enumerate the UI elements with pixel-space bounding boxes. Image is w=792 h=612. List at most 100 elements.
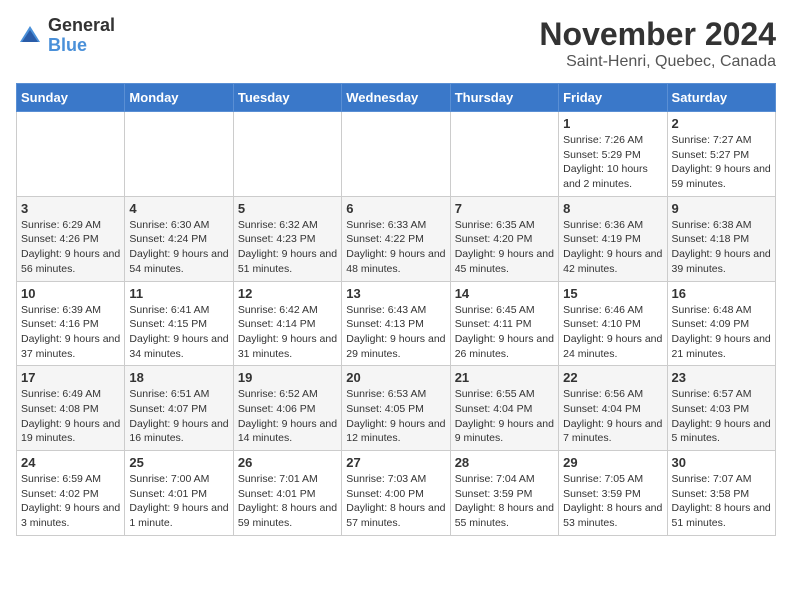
day-info: Sunrise: 6:32 AMSunset: 4:23 PMDaylight:…: [238, 218, 337, 277]
page-header: General Blue November 2024 Saint-Henri, …: [16, 16, 776, 71]
calendar-cell-3-6: 15 Sunrise: 6:46 AMSunset: 4:10 PMDayligh…: [559, 281, 667, 366]
calendar-week-2: 3 Sunrise: 6:29 AMSunset: 4:26 PMDaylight…: [17, 196, 776, 281]
day-number: 7: [455, 201, 554, 216]
calendar-week-3: 10 Sunrise: 6:39 AMSunset: 4:16 PMDayligh…: [17, 281, 776, 366]
day-number: 9: [672, 201, 771, 216]
header-monday: Monday: [125, 84, 233, 112]
header-wednesday: Wednesday: [342, 84, 450, 112]
day-info: Sunrise: 6:57 AMSunset: 4:03 PMDaylight:…: [672, 387, 771, 446]
day-info: Sunrise: 7:05 AMSunset: 3:59 PMDaylight:…: [563, 472, 662, 531]
calendar-cell-3-2: 11Sunrise: 6:41 AMSunset: 4:15 PMDayligh…: [125, 281, 233, 366]
day-number: 27: [346, 455, 445, 470]
calendar-cell-5-4: 27 Sunrise: 7:03 AMSunset: 4:00 PMDayligh…: [342, 451, 450, 536]
header-saturday: Saturday: [667, 84, 775, 112]
calendar-cell-4-2: 18 Sunrise: 6:51 AMSunset: 4:07 PMDayligh…: [125, 366, 233, 451]
calendar-cell-4-7: 23Sunrise: 6:57 AMSunset: 4:03 PMDayligh…: [667, 366, 775, 451]
calendar-cell-2-2: 4Sunrise: 6:30 AMSunset: 4:24 PMDaylight…: [125, 196, 233, 281]
calendar-cell-1-7: 2 Sunrise: 7:27 AMSunset: 5:27 PMDaylight…: [667, 112, 775, 197]
day-number: 21: [455, 370, 554, 385]
day-number: 29: [563, 455, 662, 470]
calendar-cell-5-6: 29 Sunrise: 7:05 AMSunset: 3:59 PMDayligh…: [559, 451, 667, 536]
day-number: 30: [672, 455, 771, 470]
day-info: Sunrise: 6:51 AMSunset: 4:07 PMDaylight:…: [129, 387, 228, 446]
day-info: Sunrise: 6:39 AMSunset: 4:16 PMDaylight:…: [21, 303, 120, 362]
calendar-cell-2-6: 8 Sunrise: 6:36 AMSunset: 4:19 PMDaylight…: [559, 196, 667, 281]
day-number: 2: [672, 116, 771, 131]
day-number: 28: [455, 455, 554, 470]
day-info: Sunrise: 6:35 AMSunset: 4:20 PMDaylight:…: [455, 218, 554, 277]
calendar-cell-5-2: 25 Sunrise: 7:00 AMSunset: 4:01 PMDayligh…: [125, 451, 233, 536]
day-info: Sunrise: 7:27 AMSunset: 5:27 PMDaylight:…: [672, 133, 771, 192]
calendar-week-5: 24 Sunrise: 6:59 AMSunset: 4:02 PMDayligh…: [17, 451, 776, 536]
calendar-cell-1-3: [233, 112, 341, 197]
day-number: 1: [563, 116, 662, 131]
calendar-table: Sunday Monday Tuesday Wednesday Thursday…: [16, 83, 776, 536]
header-thursday: Thursday: [450, 84, 558, 112]
calendar-cell-3-4: 13 Sunrise: 6:43 AMSunset: 4:13 PMDayligh…: [342, 281, 450, 366]
day-number: 25: [129, 455, 228, 470]
day-number: 8: [563, 201, 662, 216]
logo: General Blue: [16, 16, 115, 56]
day-info: Sunrise: 6:45 AMSunset: 4:11 PMDaylight:…: [455, 303, 554, 362]
day-number: 16: [672, 286, 771, 301]
day-info: Sunrise: 6:29 AMSunset: 4:26 PMDaylight:…: [21, 218, 120, 277]
calendar-cell-5-3: 26Sunrise: 7:01 AMSunset: 4:01 PMDayligh…: [233, 451, 341, 536]
day-info: Sunrise: 6:36 AMSunset: 4:19 PMDaylight:…: [563, 218, 662, 277]
calendar-cell-4-4: 20 Sunrise: 6:53 AMSunset: 4:05 PMDayligh…: [342, 366, 450, 451]
day-info: Sunrise: 7:07 AMSunset: 3:58 PMDaylight:…: [672, 472, 771, 531]
calendar-cell-3-3: 12Sunrise: 6:42 AMSunset: 4:14 PMDayligh…: [233, 281, 341, 366]
day-info: Sunrise: 6:53 AMSunset: 4:05 PMDaylight:…: [346, 387, 445, 446]
day-number: 22: [563, 370, 662, 385]
calendar-cell-3-1: 10 Sunrise: 6:39 AMSunset: 4:16 PMDayligh…: [17, 281, 125, 366]
title-area: November 2024 Saint-Henri, Quebec, Canad…: [539, 16, 776, 71]
calendar-header-row: Sunday Monday Tuesday Wednesday Thursday…: [17, 84, 776, 112]
day-number: 17: [21, 370, 120, 385]
day-info: Sunrise: 7:00 AMSunset: 4:01 PMDaylight:…: [129, 472, 228, 531]
calendar-week-4: 17 Sunrise: 6:49 AMSunset: 4:08 PMDayligh…: [17, 366, 776, 451]
calendar-cell-3-5: 14 Sunrise: 6:45 AMSunset: 4:11 PMDayligh…: [450, 281, 558, 366]
day-info: Sunrise: 6:48 AMSunset: 4:09 PMDaylight:…: [672, 303, 771, 362]
month-title: November 2024: [539, 16, 776, 53]
calendar-cell-4-6: 22 Sunrise: 6:56 AMSunset: 4:04 PMDayligh…: [559, 366, 667, 451]
day-number: 10: [21, 286, 120, 301]
day-info: Sunrise: 6:33 AMSunset: 4:22 PMDaylight:…: [346, 218, 445, 277]
calendar-cell-4-1: 17 Sunrise: 6:49 AMSunset: 4:08 PMDayligh…: [17, 366, 125, 451]
day-info: Sunrise: 6:52 AMSunset: 4:06 PMDaylight:…: [238, 387, 337, 446]
day-info: Sunrise: 6:30 AMSunset: 4:24 PMDaylight:…: [129, 218, 228, 277]
calendar-cell-5-1: 24 Sunrise: 6:59 AMSunset: 4:02 PMDayligh…: [17, 451, 125, 536]
day-info: Sunrise: 7:26 AMSunset: 5:29 PMDaylight:…: [563, 133, 662, 192]
logo-icon: [16, 22, 44, 50]
day-number: 14: [455, 286, 554, 301]
calendar-cell-1-1: [17, 112, 125, 197]
calendar-cell-4-3: 19 Sunrise: 6:52 AMSunset: 4:06 PMDayligh…: [233, 366, 341, 451]
day-number: 3: [21, 201, 120, 216]
header-sunday: Sunday: [17, 84, 125, 112]
calendar-cell-5-5: 28Sunrise: 7:04 AMSunset: 3:59 PMDayligh…: [450, 451, 558, 536]
calendar-cell-2-1: 3 Sunrise: 6:29 AMSunset: 4:26 PMDaylight…: [17, 196, 125, 281]
day-number: 15: [563, 286, 662, 301]
day-info: Sunrise: 6:41 AMSunset: 4:15 PMDaylight:…: [129, 303, 228, 362]
day-info: Sunrise: 6:46 AMSunset: 4:10 PMDaylight:…: [563, 303, 662, 362]
day-info: Sunrise: 6:56 AMSunset: 4:04 PMDaylight:…: [563, 387, 662, 446]
calendar-cell-1-6: 1 Sunrise: 7:26 AMSunset: 5:29 PMDaylight…: [559, 112, 667, 197]
location-title: Saint-Henri, Quebec, Canada: [539, 53, 776, 71]
day-info: Sunrise: 6:43 AMSunset: 4:13 PMDaylight:…: [346, 303, 445, 362]
day-number: 20: [346, 370, 445, 385]
day-info: Sunrise: 7:03 AMSunset: 4:00 PMDaylight:…: [346, 472, 445, 531]
day-number: 13: [346, 286, 445, 301]
header-tuesday: Tuesday: [233, 84, 341, 112]
header-friday: Friday: [559, 84, 667, 112]
calendar-cell-5-7: 30 Sunrise: 7:07 AMSunset: 3:58 PMDayligh…: [667, 451, 775, 536]
day-number: 19: [238, 370, 337, 385]
calendar-cell-2-7: 9Sunrise: 6:38 AMSunset: 4:18 PMDaylight…: [667, 196, 775, 281]
day-number: 6: [346, 201, 445, 216]
calendar-cell-4-5: 21Sunrise: 6:55 AMSunset: 4:04 PMDayligh…: [450, 366, 558, 451]
day-info: Sunrise: 6:42 AMSunset: 4:14 PMDaylight:…: [238, 303, 337, 362]
day-number: 24: [21, 455, 120, 470]
calendar-cell-1-5: [450, 112, 558, 197]
day-number: 26: [238, 455, 337, 470]
day-number: 18: [129, 370, 228, 385]
day-info: Sunrise: 6:49 AMSunset: 4:08 PMDaylight:…: [21, 387, 120, 446]
calendar-cell-2-4: 6 Sunrise: 6:33 AMSunset: 4:22 PMDaylight…: [342, 196, 450, 281]
day-info: Sunrise: 6:59 AMSunset: 4:02 PMDaylight:…: [21, 472, 120, 531]
